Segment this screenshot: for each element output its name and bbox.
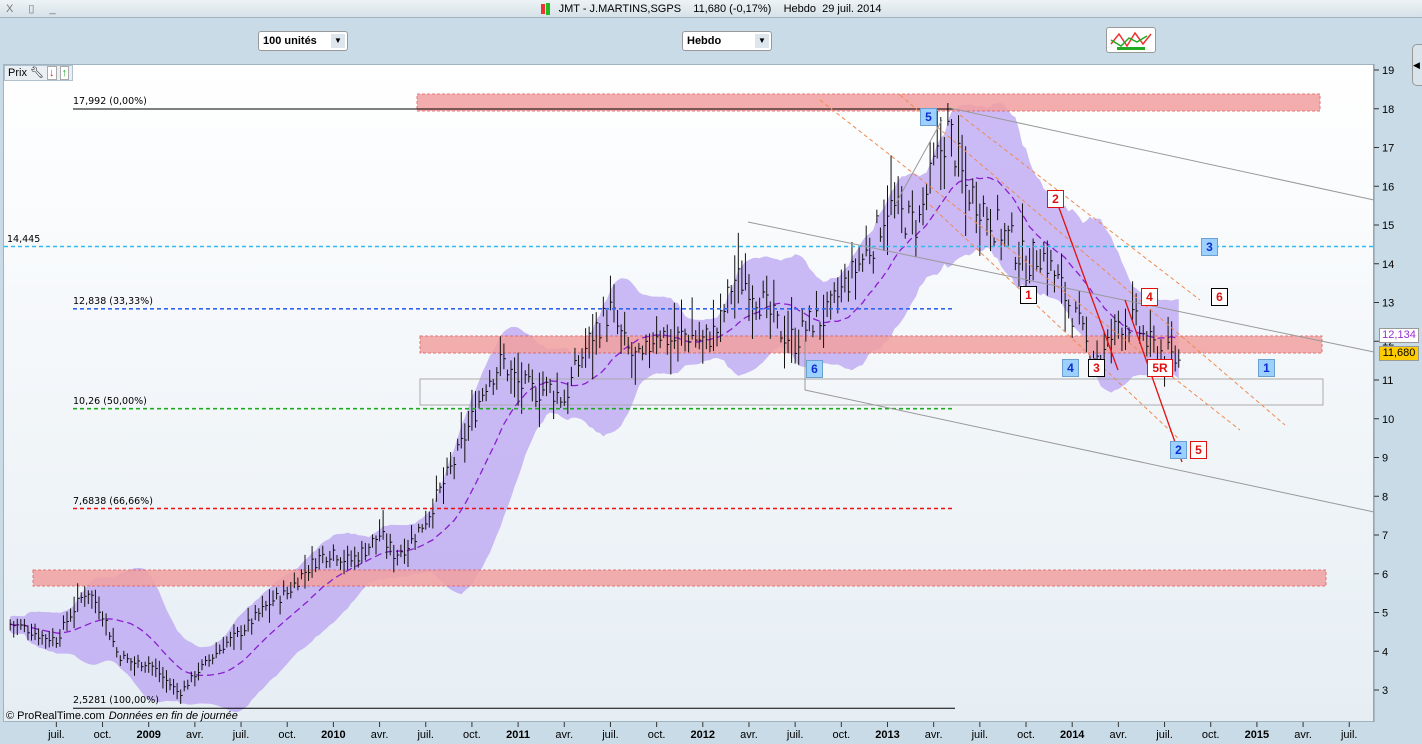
fibonacci-level-label: 7,6838 (66,66%)	[73, 495, 153, 507]
bollinger-band	[10, 102, 1179, 713]
x-tick-label: juil.	[416, 729, 434, 741]
x-tick-label: avr.	[740, 729, 758, 741]
y-tick-label: 4	[1382, 646, 1388, 658]
x-tick-label: avr.	[371, 729, 389, 741]
support-zone	[32, 569, 1327, 587]
x-tick-label: oct.	[832, 729, 850, 741]
arrow-down-icon[interactable]: ↓	[47, 66, 57, 80]
data-note: Données en fin de journée	[108, 710, 238, 722]
x-tick-label: oct.	[1017, 729, 1035, 741]
x-tick-label: oct.	[94, 729, 112, 741]
wave-label: 5	[1190, 441, 1207, 459]
band-price-tag: 12,134	[1379, 328, 1419, 343]
x-tick-label: oct.	[278, 729, 296, 741]
x-tick-label: juil.	[1155, 729, 1173, 741]
x-tick-label: avr.	[1110, 729, 1128, 741]
fibonacci-level-label: 17,992 (0,00%)	[73, 96, 147, 108]
price-chart: 345678910111213141516171819juil.oct.2009…	[4, 64, 1394, 741]
wave-label: 4	[1141, 288, 1158, 306]
y-tick-label: 9	[1382, 453, 1388, 465]
x-tick-label: 2012	[691, 729, 715, 741]
panel-label: Prix	[8, 67, 27, 79]
wrench-icon[interactable]: 🔧︎	[30, 67, 44, 79]
fibonacci-level-label: 2,5281 (100,00%)	[73, 695, 159, 707]
wave-label: 6	[1211, 288, 1228, 306]
arrow-up-icon[interactable]: ↑	[59, 66, 70, 80]
y-tick-label: 6	[1382, 569, 1388, 581]
fibonacci-level-label: 12,838 (33,33%)	[73, 295, 153, 307]
y-tick-label: 10	[1382, 414, 1394, 426]
x-tick-label: juil.	[232, 729, 250, 741]
y-tick-label: 16	[1382, 181, 1394, 193]
x-tick-label: avr.	[1294, 729, 1312, 741]
wave-label: 5R	[1147, 359, 1173, 377]
last-price-tag: 11,680	[1379, 346, 1419, 361]
price-panel-header: Prix 🔧︎ ↓ ↑	[4, 65, 74, 81]
wave-label: 6	[806, 360, 823, 378]
x-tick-label: juil.	[786, 729, 804, 741]
y-tick-label: 15	[1382, 220, 1394, 232]
x-tick-label: juil.	[1340, 729, 1358, 741]
y-tick-label: 8	[1382, 491, 1388, 503]
x-tick-label: avr.	[186, 729, 204, 741]
x-tick-label: avr.	[555, 729, 573, 741]
wave-label: 5	[920, 108, 937, 126]
wave-label: 3	[1088, 359, 1105, 377]
y-tick-label: 13	[1382, 298, 1394, 310]
y-tick-label: 5	[1382, 608, 1388, 620]
wave-label: 1	[1258, 359, 1275, 377]
y-tick-label: 17	[1382, 143, 1394, 155]
x-tick-label: 2010	[321, 729, 345, 741]
x-tick-label: 2011	[506, 729, 530, 741]
y-tick-label: 18	[1382, 104, 1394, 116]
y-tick-label: 11	[1382, 375, 1393, 387]
wave-label: 1	[1020, 286, 1037, 304]
x-tick-label: avr.	[925, 729, 943, 741]
y-tick-label: 19	[1382, 65, 1394, 77]
x-tick-label: 2013	[875, 729, 899, 741]
x-tick-label: juil.	[601, 729, 619, 741]
y-tick-label: 3	[1382, 685, 1388, 697]
x-tick-label: juil.	[971, 729, 989, 741]
wave-label: 2	[1170, 441, 1187, 459]
support-zone	[419, 335, 1323, 354]
copyright: © ProRealTime.com	[6, 710, 105, 722]
wave-label: 4	[1062, 359, 1079, 377]
wave-label: 2	[1047, 190, 1064, 208]
y-tick-label: 14	[1382, 259, 1394, 271]
x-tick-label: 2015	[1245, 729, 1269, 741]
wave-label: 3	[1201, 238, 1218, 256]
x-tick-label: oct.	[1202, 729, 1220, 741]
x-tick-label: oct.	[463, 729, 481, 741]
x-tick-label: 2014	[1060, 729, 1085, 741]
fibonacci-level-label: 14,445	[7, 233, 41, 245]
footer: © ProRealTime.com Données en fin de journ…	[6, 710, 238, 722]
x-tick-label: oct.	[648, 729, 666, 741]
y-tick-label: 7	[1382, 530, 1388, 542]
x-tick-label: juil.	[47, 729, 65, 741]
x-tick-label: 2009	[136, 729, 160, 741]
trend-line	[804, 389, 1375, 513]
resistance-zone	[416, 93, 1321, 112]
fibonacci-level-label: 10,26 (50,00%)	[73, 395, 147, 407]
